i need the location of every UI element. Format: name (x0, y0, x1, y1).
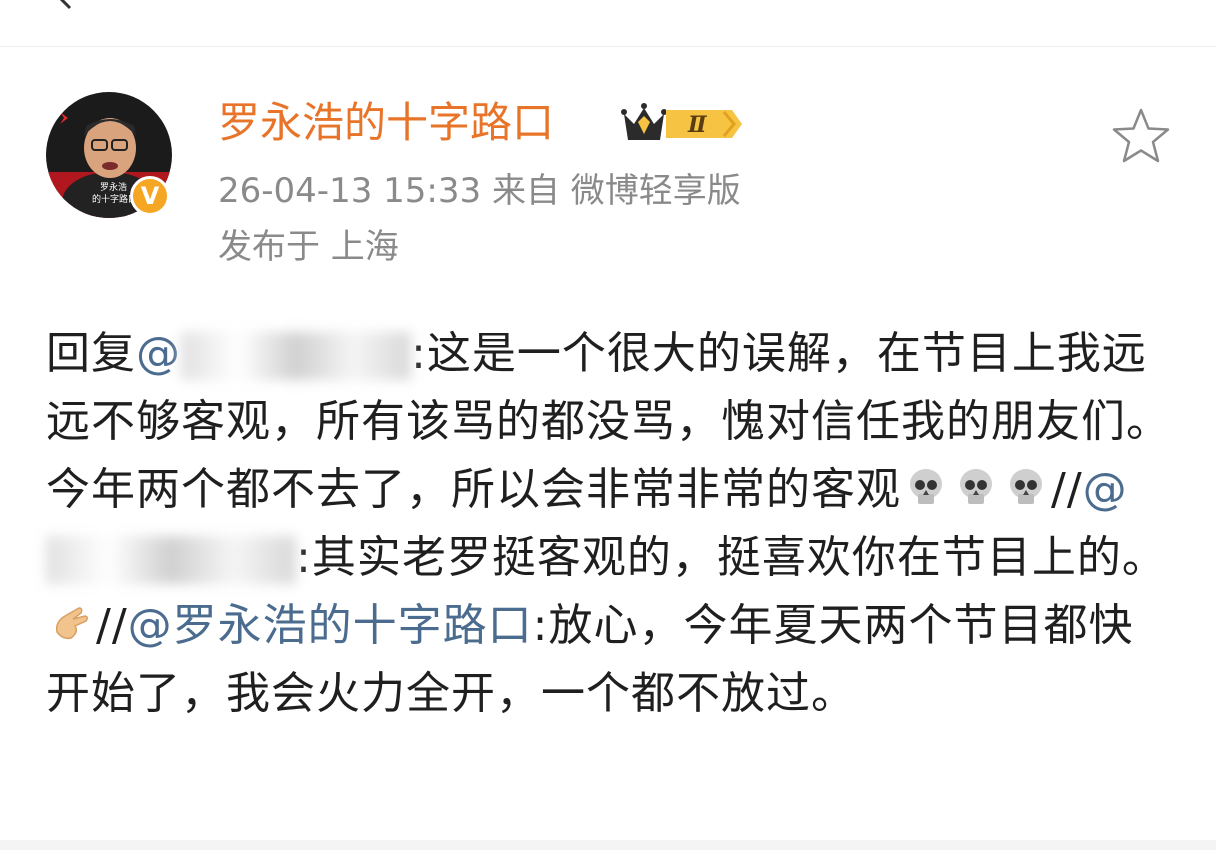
post-content: 回复@:这是一个很大的误解，在节目上我远远不够客观，所有该骂的都没骂，愧对信任我… (46, 320, 1176, 728)
content-text-2: :其实老罗挺客观的，挺喜欢你在节目上的。 (296, 532, 1167, 583)
star-outline-icon[interactable] (1110, 106, 1172, 168)
repost-separator-1: // (1051, 464, 1083, 515)
skull-emoji-icon (910, 469, 942, 504)
vip-crown-icon[interactable]: Ⅱ (620, 100, 744, 146)
bottom-divider (0, 840, 1216, 850)
back-arrow-icon[interactable] (54, 0, 78, 10)
post-meta: 26-04-13 15:33 来自 微博轻享版 (218, 170, 741, 212)
top-nav-bar (0, 0, 1216, 47)
skull-emoji-icon (960, 469, 992, 504)
avatar-caption-1: 罗永浩 (100, 181, 127, 193)
pinching-hand-emoji-icon (55, 607, 89, 640)
mention-1[interactable]: @ (136, 328, 181, 379)
vip-level: Ⅱ (687, 112, 708, 138)
blurred-username-2 (46, 536, 296, 584)
mention-2[interactable]: @ (1083, 464, 1128, 515)
post-header: 罗永浩 的十字路口 V 罗永浩的十字路口 Ⅱ 26-04-13 15:33 来自… (46, 92, 1176, 282)
reply-prefix: 回复 (46, 328, 136, 379)
verified-badge: V (130, 176, 170, 216)
repost-separator-2: // (96, 600, 128, 651)
skull-emoji-icon (1010, 469, 1042, 504)
blurred-username-1 (181, 332, 411, 380)
mention-3[interactable]: @罗永浩的十字路口 (128, 600, 533, 651)
location: 发布于 上海 (218, 227, 399, 267)
source: 来自 微博轻享版 (491, 171, 741, 211)
timestamp: 26-04-13 15:33 (218, 171, 482, 211)
username[interactable]: 罗永浩的十字路口 (218, 96, 554, 150)
